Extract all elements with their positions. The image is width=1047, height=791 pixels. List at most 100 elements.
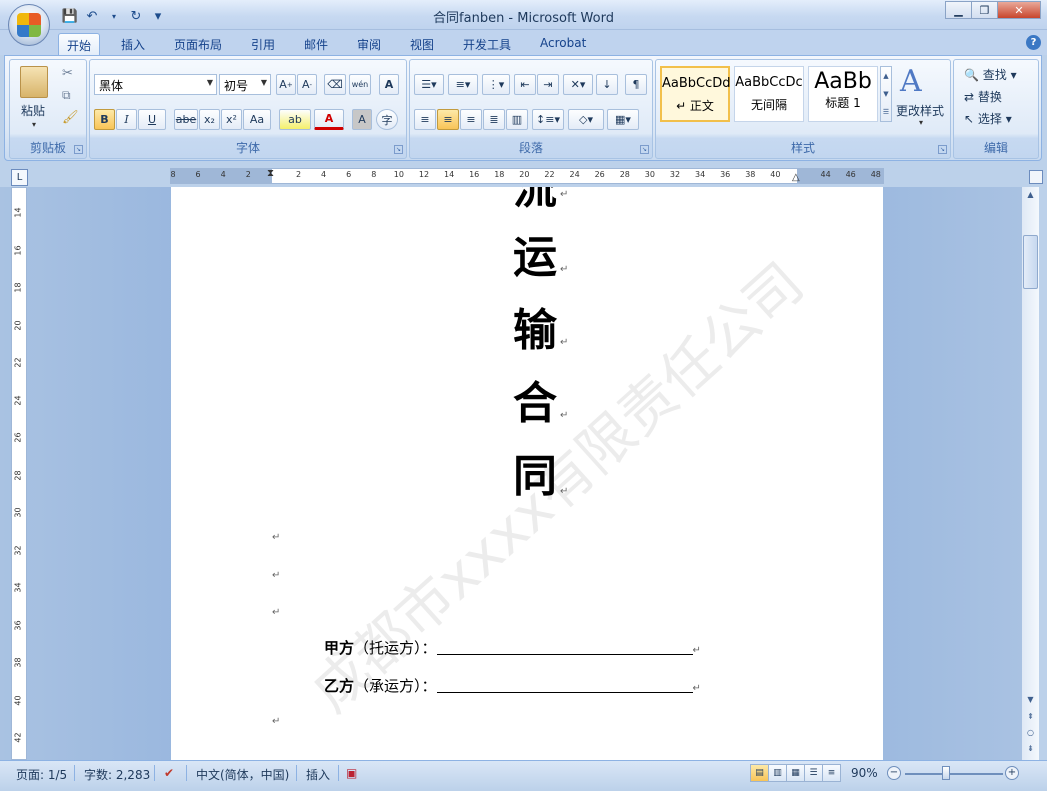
find-button[interactable]: 🔍 查找 ▾ — [964, 66, 1017, 83]
paragraph-launcher-icon[interactable]: ↘ — [640, 145, 649, 154]
scroll-down-icon[interactable]: ▼ — [1024, 695, 1037, 708]
format-painter-icon[interactable]: 🖌 — [62, 110, 79, 125]
subscript-button[interactable]: x₂ — [199, 109, 220, 130]
char-border-button[interactable]: A — [379, 74, 399, 95]
style-no-spacing[interactable]: AaBbCcDc 无间隔 — [734, 66, 804, 122]
tab-insert[interactable]: 插入 — [113, 33, 153, 55]
sort-icon[interactable]: ↓ — [596, 74, 618, 95]
bold-button[interactable]: B — [94, 109, 115, 130]
tab-mailings[interactable]: 邮件 — [296, 33, 336, 55]
font-name-combo[interactable]: 黑体 ▼ — [94, 74, 217, 95]
zoom-slider-thumb[interactable] — [942, 766, 950, 780]
close-button[interactable]: ✕ — [997, 1, 1041, 19]
decrease-indent-icon[interactable]: ⇤ — [514, 74, 536, 95]
help-icon[interactable]: ? — [1026, 35, 1041, 50]
scroll-up-icon[interactable]: ▲ — [1024, 190, 1037, 203]
align-center-icon[interactable]: ≡ — [437, 109, 459, 130]
vertical-scrollbar[interactable]: ▲ ▼ ⇞ ○ ⇟ — [1022, 187, 1039, 760]
previous-page-icon[interactable]: ⇞ — [1024, 712, 1037, 725]
tab-selector-icon[interactable]: L — [11, 169, 28, 186]
browse-object-icon[interactable]: ○ — [1024, 728, 1037, 741]
clipboard-launcher-icon[interactable]: ↘ — [74, 145, 83, 154]
highlight-icon[interactable]: ab — [279, 109, 311, 130]
bullets-icon[interactable]: ☰▾ — [414, 74, 444, 95]
line-spacing-icon[interactable]: ↕≡▾ — [532, 109, 564, 130]
phonetic-guide-button[interactable]: wén — [349, 74, 371, 95]
increase-indent-icon[interactable]: ⇥ — [537, 74, 559, 95]
change-styles-button[interactable]: 更改样式 — [896, 102, 944, 119]
grow-font-button[interactable]: A + — [276, 74, 296, 95]
font-color-button[interactable]: A — [314, 109, 344, 130]
change-styles-icon[interactable]: A — [900, 64, 922, 99]
font-size-combo[interactable]: 初号 ▼ — [219, 74, 271, 95]
clear-format-icon[interactable]: ⌫ — [324, 74, 346, 95]
party-a-blank[interactable] — [436, 641, 693, 655]
tab-home[interactable]: 开始 — [58, 33, 101, 55]
styles-scroll[interactable]: ▲ ▼ ☰ — [880, 66, 892, 122]
next-page-icon[interactable]: ⇟ — [1024, 744, 1037, 757]
cut-icon[interactable]: ✂ — [62, 66, 73, 81]
tab-references[interactable]: 引用 — [243, 33, 283, 55]
copy-icon[interactable]: ⧉ — [62, 88, 71, 103]
print-layout-view-icon[interactable]: ▤ — [750, 764, 769, 782]
distribute-icon[interactable]: ▥ — [506, 109, 528, 130]
underline-button[interactable]: U — [138, 109, 166, 130]
maximize-button[interactable]: ❐ — [971, 1, 998, 19]
language-status[interactable]: 中文(简体，中国) — [196, 766, 289, 783]
style-normal[interactable]: AaBbCcDd ↵ 正文 — [660, 66, 731, 122]
tab-page-layout[interactable]: 页面布局 — [166, 33, 230, 55]
right-indent-marker-icon[interactable]: △ — [792, 172, 800, 183]
font-launcher-icon[interactable]: ↘ — [394, 145, 403, 154]
zoom-in-icon[interactable]: + — [1005, 766, 1019, 780]
party-b-blank[interactable] — [436, 679, 693, 693]
strikethrough-button[interactable]: abe — [174, 109, 198, 130]
multilevel-list-icon[interactable]: ⋮▾ — [482, 74, 510, 95]
change-styles-dropdown-icon[interactable]: ▾ — [919, 118, 923, 127]
vertical-ruler[interactable]: 14 16 18 20 22 24 26 28 30 32 34 36 38 40 42 — [11, 187, 27, 760]
styles-launcher-icon[interactable]: ↘ — [938, 145, 947, 154]
zoom-level[interactable]: 90% — [851, 766, 878, 780]
shrink-font-button[interactable]: A- — [297, 74, 317, 95]
select-button[interactable]: ↖ 选择 ▾ — [964, 110, 1012, 127]
justify-icon[interactable]: ≣ — [483, 109, 505, 130]
align-left-icon[interactable]: ≡ — [414, 109, 436, 130]
word-count[interactable]: 字数: 2,283 — [84, 766, 150, 783]
align-right-icon[interactable]: ≡ — [460, 109, 482, 130]
numbering-icon[interactable]: ≡▾ — [448, 74, 478, 95]
paste-icon[interactable] — [20, 66, 48, 98]
page-count[interactable]: 页面: 1/5 — [16, 766, 67, 783]
shading-icon[interactable]: ◇▾ — [568, 109, 604, 130]
borders-icon[interactable]: ▦▾ — [607, 109, 639, 130]
change-case-button[interactable]: Aa — [243, 109, 271, 130]
char-shading-button[interactable]: A — [352, 109, 372, 130]
paste-dropdown-icon[interactable]: ▾ — [32, 120, 36, 129]
superscript-button[interactable]: x² — [221, 109, 242, 130]
proofing-icon[interactable]: ✔ — [164, 766, 174, 780]
document-page[interactable]: 成都市xxxx有限责任公司 流 运 输 合 同 ↵ ↵ ↵ ↵ ↵ ↵ ↵ ↵ … — [171, 187, 883, 760]
web-layout-icon[interactable]: ▦ — [786, 764, 805, 782]
replace-button[interactable]: ⇄ 替换 — [964, 88, 1002, 105]
paste-button[interactable]: 粘贴 — [21, 102, 45, 119]
enclose-char-button[interactable]: 字 — [376, 109, 398, 130]
horizontal-ruler[interactable]: 8 6 4 2 2 4 6 8 10 12 14 16 18 20 22 24 26 28 30 32 34 36 38 40… — [170, 168, 884, 184]
view-ruler-icon[interactable] — [1029, 170, 1043, 184]
zoom-slider[interactable] — [905, 773, 1003, 775]
office-button[interactable] — [8, 4, 50, 46]
draft-view-icon[interactable]: ≡ — [822, 764, 841, 782]
tab-developer[interactable]: 开发工具 — [455, 33, 519, 55]
asian-layout-icon[interactable]: ✕▾ — [563, 74, 593, 95]
scroll-thumb[interactable] — [1023, 235, 1038, 289]
macro-record-icon[interactable]: ▣ — [346, 766, 357, 780]
style-heading-1[interactable]: AaBb 标题 1 — [808, 66, 878, 122]
tab-view[interactable]: 视图 — [402, 33, 442, 55]
tab-acrobat[interactable]: Acrobat — [532, 33, 594, 55]
tab-review[interactable]: 审阅 — [349, 33, 389, 55]
indent-marker-icon[interactable]: ⧗ — [267, 168, 274, 179]
full-screen-reading-icon[interactable]: ▥ — [768, 764, 787, 782]
italic-button[interactable]: I — [116, 109, 137, 130]
show-marks-icon[interactable]: ¶ — [625, 74, 647, 95]
minimize-button[interactable]: ▁ — [945, 1, 972, 19]
insert-mode[interactable]: 插入 — [306, 766, 330, 783]
outline-view-icon[interactable]: ☰ — [804, 764, 823, 782]
zoom-out-icon[interactable]: − — [887, 766, 901, 780]
